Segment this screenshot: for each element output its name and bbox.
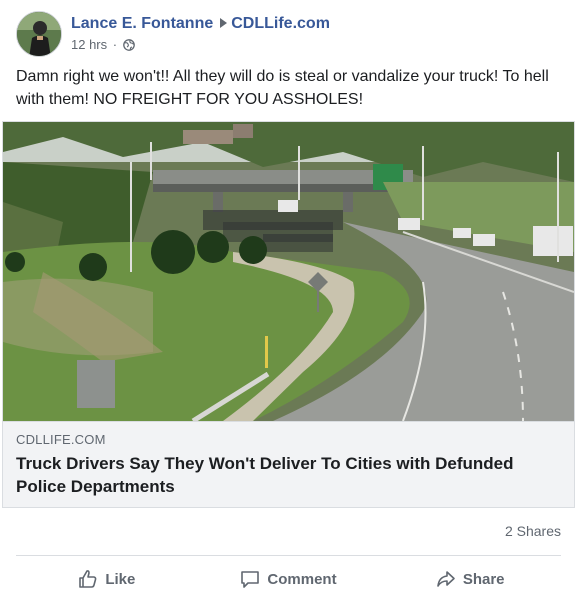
share-arrow-icon xyxy=(437,571,455,587)
post-timestamp-row: 12 hrs · xyxy=(71,37,330,55)
post-header: Lance E. Fontanne CDLLife.com 12 hrs · xyxy=(16,11,561,59)
thumbs-up-icon xyxy=(79,570,97,588)
link-domain: CDLLIFE.COM xyxy=(16,432,106,447)
link-image[interactable] xyxy=(3,122,574,421)
comment-button[interactable]: Comment xyxy=(198,562,380,596)
avatar[interactable] xyxy=(16,11,62,57)
link-info[interactable]: CDLLIFE.COM Truck Drivers Say They Won't… xyxy=(3,421,574,507)
share-button[interactable]: Share xyxy=(379,562,561,596)
like-label: Like xyxy=(105,570,136,588)
caret-right-icon xyxy=(220,18,228,28)
like-button[interactable]: Like xyxy=(16,562,198,596)
meta-separator: · xyxy=(112,37,118,52)
post-actions: Like Comment Share xyxy=(16,562,561,596)
author-name[interactable]: Lance E. Fontanne xyxy=(71,15,213,32)
comment-label: Comment xyxy=(267,570,337,588)
post-text: Damn right we won't!! All they will do i… xyxy=(16,68,549,108)
link-title[interactable]: Truck Drivers Say They Won't Deliver To … xyxy=(16,452,561,498)
post-meta: Lance E. Fontanne CDLLife.com 12 hrs · xyxy=(71,14,330,55)
share-label: Share xyxy=(462,570,505,588)
post-names: Lance E. Fontanne CDLLife.com xyxy=(71,14,330,34)
shares-count[interactable]: 2 Shares xyxy=(505,523,561,539)
actions-divider xyxy=(16,555,561,556)
globe-icon[interactable] xyxy=(122,39,135,55)
comment-icon xyxy=(241,571,260,588)
link-preview-card[interactable]: CDLLIFE.COM Truck Drivers Say They Won't… xyxy=(2,121,575,508)
page-name[interactable]: CDLLife.com xyxy=(231,15,330,32)
post-time[interactable]: 12 hrs xyxy=(71,37,107,52)
highway-protest-photo xyxy=(3,122,574,421)
